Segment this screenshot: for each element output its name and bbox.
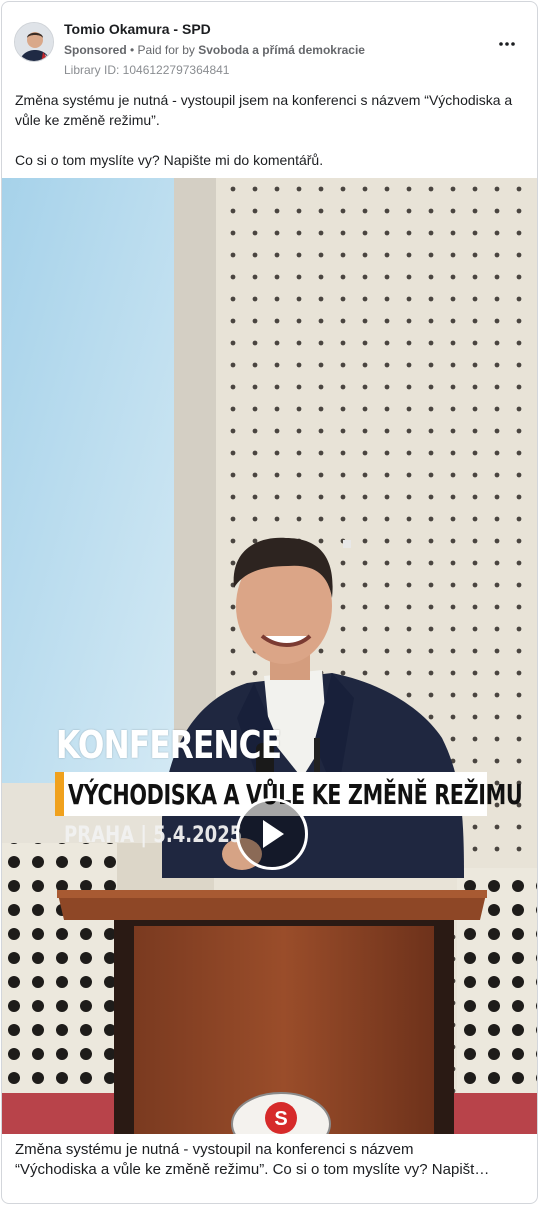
body-paragraph-2: Co si o tom myslíte vy? Napište mi do ko…	[15, 152, 324, 168]
sponsored-label: Sponsored	[64, 43, 127, 57]
avatar-image	[15, 23, 53, 61]
caption-line-2: “Východiska a vůle ke změně režimu”. Co …	[15, 1161, 490, 1178]
more-horizontal-icon	[499, 42, 515, 46]
ad-meta: Tomio Okamura - SPD Sponsored • Paid for…	[64, 20, 485, 78]
paid-for-prefix: Paid for by	[137, 43, 199, 57]
library-id: Library ID: 1046122797364841	[64, 63, 230, 77]
play-icon	[263, 820, 284, 848]
svg-text:S: S	[274, 1108, 287, 1130]
body-paragraph-1: Změna systému je nutná - vystoupil jsem …	[15, 92, 513, 128]
video-player[interactable]: S KONFERENCE VÝCHODISKA A VŮLE KE ZMĚNĚ …	[2, 178, 537, 1134]
funder-name[interactable]: Svoboda a přímá demokracie	[198, 43, 365, 57]
sponsor-line: Sponsored • Paid for by Svoboda a přímá …	[64, 42, 485, 58]
page-avatar[interactable]	[14, 22, 54, 62]
ad-card: Tomio Okamura - SPD Sponsored • Paid for…	[1, 1, 538, 1204]
separator: •	[126, 43, 138, 57]
more-options-button[interactable]	[495, 32, 519, 56]
ad-body-text: Změna systému je nutná - vystoupil jsem …	[15, 90, 523, 190]
page-name[interactable]: Tomio Okamura - SPD	[64, 20, 485, 38]
caption-line-1: Změna systému je nutná - vystoupil na ko…	[15, 1141, 414, 1158]
video-overlay-place-date: PRAHA | 5.4.2025	[64, 823, 243, 848]
video-caption: Změna systému je nutná - vystoupil na ko…	[15, 1140, 527, 1180]
ad-header: Tomio Okamura - SPD Sponsored • Paid for…	[14, 20, 525, 78]
video-overlay-title: KONFERENCE	[56, 723, 282, 767]
play-button[interactable]	[236, 798, 308, 870]
video-thumbnail: S	[2, 178, 537, 1134]
